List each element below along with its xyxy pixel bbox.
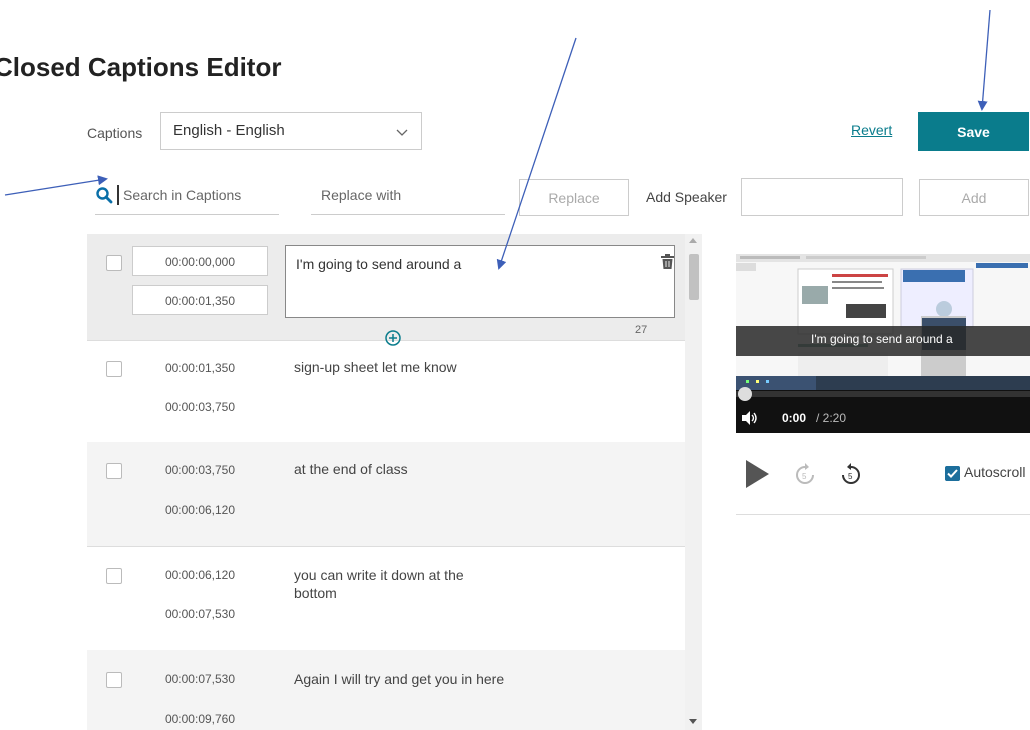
chevron-down-icon	[396, 129, 408, 136]
video-caption-overlay: I'm going to send around a	[736, 326, 1030, 356]
caption-row[interactable]: 00:00:07,530 00:00:09,760 Again I will t…	[87, 650, 685, 730]
row-checkbox[interactable]	[106, 361, 122, 377]
player-controls: 5 5 Autoscroll	[736, 454, 1030, 515]
progress-handle[interactable]	[738, 387, 752, 401]
rewind-5-icon[interactable]: 5	[794, 462, 816, 486]
caption-list-scrollbar[interactable]	[685, 234, 702, 730]
caption-text[interactable]: sign-up sheet let me know	[294, 358, 524, 376]
video-controls: 0:00 / 2:20	[736, 387, 1030, 433]
autoscroll-checkbox[interactable]	[945, 466, 960, 481]
end-time-input[interactable]: 00:00:01,350	[132, 285, 268, 315]
svg-text:5: 5	[802, 472, 807, 481]
language-select-value: English - English	[173, 122, 285, 139]
autoscroll-label: Autoscroll	[964, 464, 1026, 480]
caption-text[interactable]: at the end of class	[294, 460, 524, 478]
caption-text: I'm going to send around a	[296, 256, 462, 272]
language-select[interactable]: English - English	[160, 112, 422, 150]
forward-5-icon[interactable]: 5	[840, 462, 862, 486]
video-progress-bar[interactable]	[736, 387, 1030, 401]
caption-row[interactable]: 00:00:06,120 00:00:07,530 you can write …	[87, 546, 685, 651]
scroll-down-arrow-icon[interactable]	[689, 719, 697, 724]
caption-text-editor[interactable]: I'm going to send around a	[285, 245, 675, 318]
row-checkbox[interactable]	[106, 672, 122, 688]
current-time: 0:00	[782, 411, 807, 425]
char-count: 27	[635, 324, 648, 336]
add-speaker-label: Add Speaker	[646, 189, 727, 205]
start-time[interactable]: 00:00:03,750	[132, 463, 268, 477]
play-icon[interactable]	[744, 459, 770, 489]
total-time: / 2:20	[816, 411, 847, 425]
start-time[interactable]: 00:00:07,530	[132, 672, 268, 686]
speaker-input[interactable]	[741, 178, 903, 216]
end-time[interactable]: 00:00:09,760	[132, 712, 268, 726]
scroll-thumb[interactable]	[689, 254, 699, 300]
revert-link[interactable]: Revert	[851, 122, 892, 138]
annotation-arrow-search	[4, 175, 108, 196]
row-checkbox[interactable]	[106, 463, 122, 479]
start-time[interactable]: 00:00:06,120	[132, 568, 268, 582]
row-checkbox[interactable]	[106, 568, 122, 584]
add-speaker-button[interactable]: Add	[919, 179, 1029, 216]
captions-label: Captions	[87, 125, 143, 141]
start-time-input[interactable]: 00:00:00,000	[132, 246, 268, 276]
caption-row[interactable]: 00:00:01,350 00:00:03,750 sign-up sheet …	[87, 340, 685, 443]
replace-field	[311, 180, 505, 215]
caption-text[interactable]: Again I will try and get you in here	[294, 670, 554, 688]
annotation-arrow-save	[977, 9, 991, 111]
caption-list: 00:00:00,000 00:00:01,350 I'm going to s…	[87, 234, 685, 730]
trash-icon[interactable]	[661, 254, 674, 269]
volume-icon[interactable]	[742, 411, 758, 425]
scroll-up-arrow-icon[interactable]	[689, 238, 697, 243]
caption-row[interactable]: 00:00:03,750 00:00:06,120 at the end of …	[87, 442, 685, 547]
start-time[interactable]: 00:00:01,350	[132, 361, 268, 375]
save-button[interactable]: Save	[918, 112, 1029, 151]
end-time[interactable]: 00:00:07,530	[132, 607, 268, 621]
video-player[interactable]: I'm going to send around a 0:00 / 2:20	[736, 254, 1030, 433]
caption-text[interactable]: you can write it down at the bottom	[294, 566, 504, 602]
end-time[interactable]: 00:00:03,750	[132, 400, 268, 414]
replace-button[interactable]: Replace	[519, 179, 629, 216]
search-icon[interactable]	[95, 186, 113, 204]
replace-input[interactable]	[321, 182, 501, 208]
svg-text:5: 5	[848, 472, 853, 481]
row-checkbox[interactable]	[106, 255, 122, 271]
page-title: Closed Captions Editor	[0, 52, 282, 82]
caption-row[interactable]: 00:00:00,000 00:00:01,350 I'm going to s…	[87, 234, 685, 346]
search-input[interactable]	[123, 182, 273, 208]
video-caption-text: I'm going to send around a	[811, 332, 953, 346]
search-cursor	[117, 185, 119, 205]
end-time[interactable]: 00:00:06,120	[132, 503, 268, 517]
search-field	[95, 180, 279, 215]
